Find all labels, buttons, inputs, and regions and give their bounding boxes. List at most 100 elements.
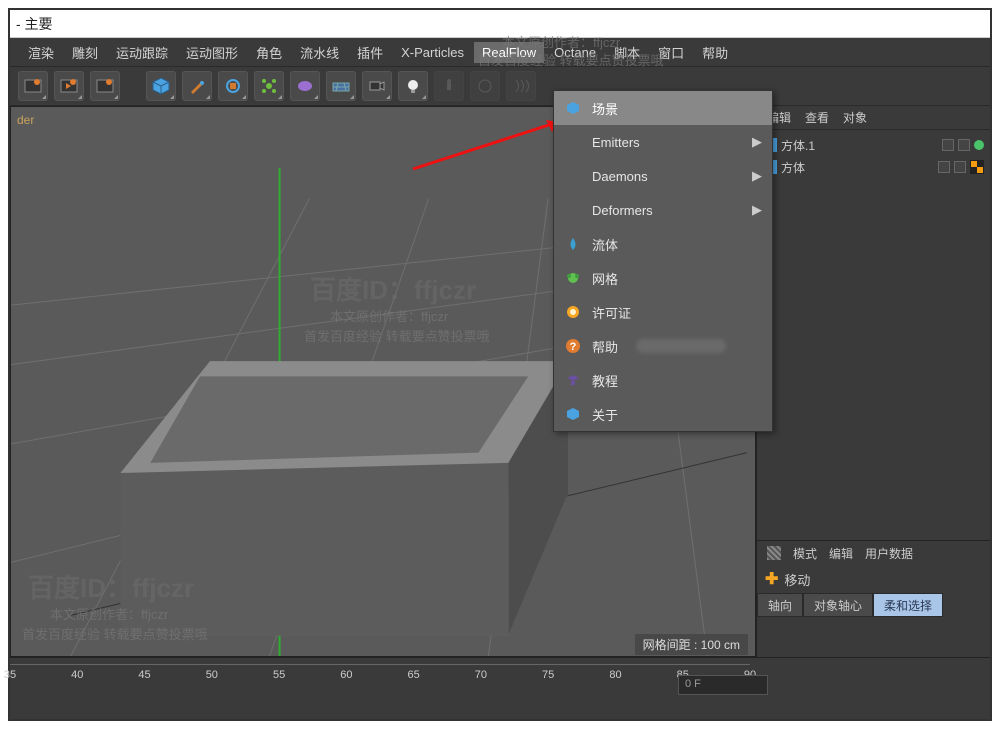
- dropdown-item-许可证[interactable]: 许可证: [554, 295, 772, 329]
- ruler-tick: 70: [475, 669, 487, 681]
- blank-icon: [564, 167, 582, 185]
- menu-Octane[interactable]: Octane: [546, 42, 604, 63]
- chevron-right-icon: ▶: [752, 168, 762, 184]
- texture-tag[interactable]: [970, 160, 984, 174]
- render-toggle[interactable]: [958, 139, 970, 151]
- menu-RealFlow[interactable]: RealFlow: [474, 42, 544, 63]
- enabled-dot[interactable]: [974, 140, 984, 150]
- layer-toggle[interactable]: [938, 161, 950, 173]
- object-row[interactable]: 方体: [763, 156, 984, 178]
- menu-窗口[interactable]: 窗口: [650, 40, 692, 65]
- dropdown-item-关于[interactable]: 关于: [554, 397, 772, 431]
- toolbar-figure-icon[interactable]: [434, 71, 464, 101]
- dropdown-label: Deformers: [592, 203, 653, 218]
- dropdown-item-教程[interactable]: 教程: [554, 363, 772, 397]
- svg-text:?: ?: [570, 341, 577, 353]
- dropdown-item-网格[interactable]: 网格: [554, 261, 772, 295]
- layer-toggle[interactable]: [942, 139, 954, 151]
- dropdown-label: Daemons: [592, 169, 648, 184]
- dropdown-label: 帮助: [592, 337, 618, 356]
- dropdown-item-Daemons[interactable]: Daemons ▶: [554, 159, 772, 193]
- object-row[interactable]: 方体.1: [763, 134, 984, 156]
- toolbar-render3-icon[interactable]: [90, 71, 120, 101]
- window-title: - 主要: [10, 10, 990, 38]
- attrib-menu-编辑[interactable]: 编辑: [829, 545, 853, 562]
- grid-spacing-status: 网格间距 : 100 cm: [635, 634, 748, 655]
- panel-menu-对象[interactable]: 对象: [843, 109, 867, 126]
- render-toggle[interactable]: [954, 161, 966, 173]
- menu-雕刻[interactable]: 雕刻: [64, 40, 106, 65]
- ruler-tick: 80: [609, 669, 621, 681]
- dropdown-label: 许可证: [592, 303, 631, 322]
- toolbar-cube-icon[interactable]: [146, 71, 176, 101]
- dropdown-item-帮助[interactable]: ? 帮助: [554, 329, 772, 363]
- menu-帮助[interactable]: 帮助: [694, 40, 736, 65]
- dropdown-label: 场景: [592, 99, 618, 118]
- ruler-tick: 50: [206, 669, 218, 681]
- attribute-panel: 模式编辑用户数据 ✚ 移动 轴向对象轴心柔和选择: [757, 540, 990, 657]
- ruler-tick: 40: [71, 669, 83, 681]
- attrib-menu-用户数据[interactable]: 用户数据: [865, 545, 913, 562]
- dropdown-label: 网格: [592, 269, 618, 288]
- menu-运动跟踪[interactable]: 运动跟踪: [108, 40, 176, 65]
- tab-轴向[interactable]: 轴向: [757, 593, 803, 617]
- toolbar-pen-icon[interactable]: [182, 71, 212, 101]
- ruler-tick: 75: [542, 669, 554, 681]
- right-panel: 编辑查看对象 方体.1 方体 模式编辑用户数据 ✚ 移动 轴向对象轴心柔和选择: [756, 106, 990, 657]
- dropdown-item-Emitters[interactable]: Emitters▶: [554, 125, 772, 159]
- attrib-menu-模式[interactable]: 模式: [793, 545, 817, 562]
- toolbar-render2-icon[interactable]: [54, 71, 84, 101]
- object-name: 方体: [781, 159, 934, 176]
- tab-柔和选择[interactable]: 柔和选择: [873, 593, 943, 617]
- dropdown-label: 教程: [592, 371, 618, 390]
- panel-menu-查看[interactable]: 查看: [805, 109, 829, 126]
- menu-流水线[interactable]: 流水线: [292, 40, 347, 65]
- object-list: 方体.1 方体: [757, 130, 990, 182]
- tab-对象轴心[interactable]: 对象轴心: [803, 593, 873, 617]
- menu-渲染[interactable]: 渲染: [20, 40, 62, 65]
- blank-icon: [564, 201, 582, 219]
- toolbar-group-icon[interactable]: [218, 71, 248, 101]
- menu-角色[interactable]: 角色: [248, 40, 290, 65]
- toolbar-light-icon[interactable]: [398, 71, 428, 101]
- toolbar: [10, 66, 990, 106]
- ruler-tick: 55: [273, 669, 285, 681]
- menu-运动图形[interactable]: 运动图形: [178, 40, 246, 65]
- current-frame-field[interactable]: 0 F: [678, 675, 768, 695]
- toolbar-hair-icon[interactable]: [506, 71, 536, 101]
- license-icon: [564, 303, 582, 321]
- scene-icon: [564, 99, 582, 117]
- timeline: 354045505560657075808590 0 F: [10, 657, 990, 719]
- toolbar-render-icon[interactable]: [18, 71, 48, 101]
- dropdown-item-Deformers[interactable]: Deformers▶: [554, 193, 772, 227]
- menubar: 渲染雕刻运动跟踪运动图形角色流水线插件X-ParticlesRealFlowOc…: [10, 38, 990, 66]
- ruler-tick: 60: [340, 669, 352, 681]
- menu-脚本[interactable]: 脚本: [606, 40, 648, 65]
- move-row: ✚ 移动: [757, 565, 990, 593]
- plus-icon[interactable]: ✚: [765, 569, 778, 589]
- menu-插件[interactable]: 插件: [349, 40, 391, 65]
- toolbar-floor-icon[interactable]: [326, 71, 356, 101]
- object-name: 方体.1: [781, 137, 938, 154]
- toolbar-tag-icon[interactable]: [470, 71, 500, 101]
- fluid-icon: [564, 235, 582, 253]
- toolbar-camera-icon[interactable]: [362, 71, 392, 101]
- about-icon: [564, 405, 582, 423]
- blurred-text: [636, 339, 726, 353]
- ruler-tick: 35: [4, 669, 16, 681]
- viewport-label: der: [17, 113, 34, 127]
- dropdown-item-场景[interactable]: 场景: [554, 91, 772, 125]
- menu-X-Particles[interactable]: X-Particles: [393, 42, 472, 63]
- timeline-ruler[interactable]: 354045505560657075808590: [10, 664, 750, 710]
- move-label: 移动: [784, 570, 810, 589]
- attribute-menu: 模式编辑用户数据: [757, 541, 990, 565]
- dropdown-item-流体[interactable]: 流体: [554, 227, 772, 261]
- toolbar-deform-icon[interactable]: [290, 71, 320, 101]
- grid-icon: [767, 546, 781, 560]
- toolbar-array-icon[interactable]: [254, 71, 284, 101]
- dropdown-label: Emitters: [592, 135, 640, 150]
- dropdown-label: 流体: [592, 235, 618, 254]
- object-panel-menu: 编辑查看对象: [757, 106, 990, 130]
- ruler-tick: 65: [408, 669, 420, 681]
- ruler-tick: 45: [138, 669, 150, 681]
